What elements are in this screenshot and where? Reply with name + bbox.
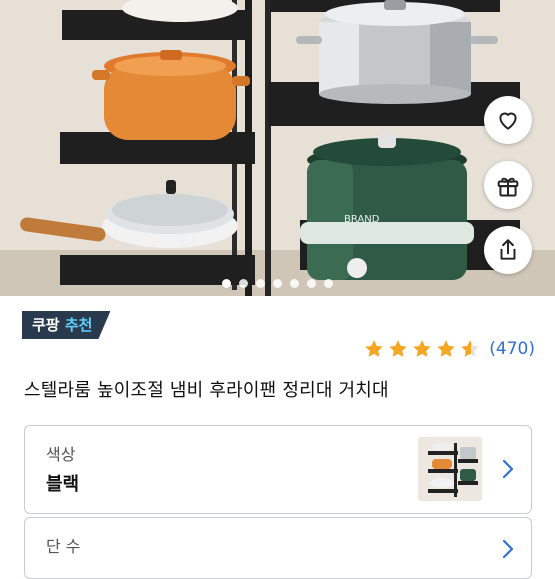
carousel-dot <box>256 279 265 288</box>
product-title: 스텔라룸 높이조절 냄비 후라이팬 정리대 거치대 <box>24 380 389 401</box>
carousel-dot <box>222 279 231 288</box>
option-label: 색상 <box>46 445 76 464</box>
chevron-right-icon <box>502 459 514 479</box>
star-icon <box>389 340 407 357</box>
product-photo: BRAND <box>0 0 555 296</box>
option-thumbnail <box>418 437 482 501</box>
star-half-icon <box>461 340 479 357</box>
option-tier-selector[interactable]: 단 수 <box>24 517 532 579</box>
badge-accent: 추천 <box>64 316 93 334</box>
share-icon <box>500 239 516 260</box>
gift-icon <box>497 177 519 197</box>
carousel-indicator <box>0 279 555 288</box>
wishlist-button[interactable] <box>484 96 532 144</box>
star-icon <box>413 340 431 357</box>
pot-brand-text: BRAND <box>344 214 380 225</box>
badge-brand: 쿠팡 <box>32 316 60 334</box>
star-icon <box>437 340 455 357</box>
heart-icon <box>499 112 517 130</box>
rating[interactable]: (470) <box>363 338 535 360</box>
option-label: 단 수 <box>46 537 81 556</box>
coupang-recommend-badge: 쿠팡 추천 <box>22 311 110 339</box>
carousel-dot <box>290 279 299 288</box>
carousel-dot <box>239 279 248 288</box>
gift-button[interactable] <box>484 161 532 209</box>
share-button[interactable] <box>484 226 532 274</box>
carousel-dot <box>324 279 333 288</box>
option-color-selector[interactable]: 색상 블랙 <box>24 425 532 514</box>
review-count[interactable]: (470) <box>489 339 535 359</box>
star-icon <box>365 340 383 357</box>
product-image[interactable]: BRAND <box>0 0 555 296</box>
carousel-dot <box>307 279 316 288</box>
carousel-dot <box>273 279 282 288</box>
thumbnail-image <box>418 437 482 501</box>
option-value: 블랙 <box>46 474 80 495</box>
chevron-right-icon <box>502 539 514 559</box>
